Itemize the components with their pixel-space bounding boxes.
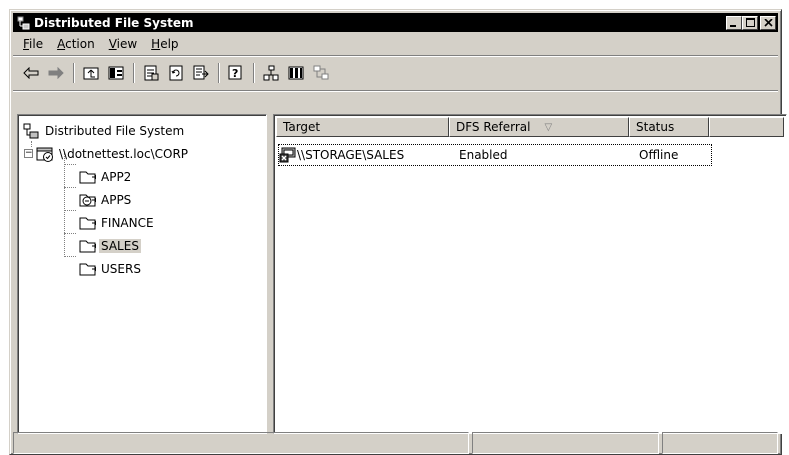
close-button[interactable] (760, 15, 776, 30)
back-icon[interactable] (19, 62, 43, 84)
toolbar-separator (73, 63, 75, 83)
toolbar-separator (133, 63, 135, 83)
window-controls (726, 15, 776, 30)
toolbar-separator (218, 63, 220, 83)
target-path: \\STORAGE\SALES (297, 148, 405, 162)
collapse-icon[interactable]: − (24, 149, 33, 158)
tree-link-sales[interactable]: SALES (22, 234, 190, 257)
link-label: APP2 (101, 169, 132, 184)
replication-icon[interactable] (309, 62, 333, 84)
dfs-link-offline-icon (78, 191, 96, 209)
menu-separator (13, 55, 778, 57)
menu-view[interactable]: View (103, 37, 145, 51)
column-header-target[interactable]: Target (276, 117, 449, 137)
tree-link-users[interactable]: USERS (22, 257, 190, 280)
tree-root[interactable]: Distributed File System (22, 119, 190, 142)
tree-pane[interactable]: Distributed File System − \\dotnettest.l… (17, 114, 267, 434)
namespace-icon (36, 145, 54, 163)
tree-link-apps[interactable]: APPS (22, 188, 190, 211)
status-panel-right (662, 432, 778, 454)
link-label: USERS (101, 261, 141, 276)
column-header-status[interactable]: Status (629, 117, 709, 137)
cell-status: Offline (639, 148, 679, 162)
dfs-root-icon (22, 122, 40, 140)
menu-view-rest: iew (116, 37, 138, 51)
tree-view: Distributed File System − \\dotnettest.l… (22, 119, 190, 280)
status-bar (13, 432, 778, 454)
maximize-button[interactable] (742, 15, 758, 30)
dfs-link-icon (78, 260, 96, 278)
link-label-selected: SALES (99, 238, 141, 253)
tree-namespace[interactable]: − \\dotnettest.loc\CORP (22, 142, 190, 165)
tree-root-label: Distributed File System (45, 123, 185, 138)
sort-descending-icon: ▽ (544, 121, 553, 133)
refresh-icon[interactable] (164, 62, 188, 84)
menu-action-rest: ction (65, 37, 95, 51)
list-header: Target DFS Referral ▽ Status (276, 117, 784, 137)
offline-target-icon (279, 146, 297, 164)
namespace-label: \\dotnettest.loc\CORP (59, 146, 189, 161)
column-header-filler (709, 117, 784, 137)
export-list-icon[interactable] (189, 62, 213, 84)
target-list-pane[interactable]: Target DFS Referral ▽ Status \\STORAGE\S… (273, 114, 787, 434)
column-header-dfs-referral[interactable]: DFS Referral ▽ (449, 117, 629, 137)
column-referral-label: DFS Referral (456, 120, 531, 134)
properties-icon[interactable] (139, 62, 163, 84)
status-panel-main (13, 432, 469, 454)
minimize-button[interactable] (726, 15, 742, 30)
dfs-window: Distributed File System File Action View… (9, 9, 787, 455)
dfs-icon (16, 15, 32, 31)
tree-link-finance[interactable]: FINANCE (22, 211, 190, 234)
show-hide-tree-icon[interactable] (104, 62, 128, 84)
columns-icon[interactable] (284, 62, 308, 84)
forward-icon[interactable] (44, 62, 68, 84)
column-status-label: Status (636, 120, 675, 134)
window-title: Distributed File System (34, 15, 194, 30)
column-target-label: Target (283, 120, 321, 134)
up-level-icon[interactable] (79, 62, 103, 84)
new-root-icon[interactable] (259, 62, 283, 84)
cell-target: \\STORAGE\SALES (279, 146, 453, 164)
svg-text:?: ? (232, 67, 238, 80)
menu-file[interactable]: File (17, 37, 51, 51)
dfs-link-icon (78, 237, 96, 255)
list-row[interactable]: \\STORAGE\SALES Enabled Offline (278, 144, 712, 166)
title-bar[interactable]: Distributed File System (13, 13, 778, 32)
status-panel-middle (472, 432, 659, 454)
tree-link-app2[interactable]: APP2 (22, 165, 190, 188)
menu-help-rest: elp (160, 37, 179, 51)
cell-referral: Enabled (459, 148, 508, 162)
dfs-link-icon (78, 214, 96, 232)
link-label: APPS (101, 192, 132, 207)
menu-help[interactable]: Help (145, 37, 186, 51)
toolbar-separator (253, 63, 255, 83)
menu-bar: File Action View Help (13, 34, 778, 54)
toolbar: ? (13, 58, 778, 88)
dfs-link-icon (78, 168, 96, 186)
link-label: FINANCE (101, 215, 154, 230)
menu-action[interactable]: Action (51, 37, 103, 51)
help-icon[interactable]: ? (224, 62, 248, 84)
toolbar-separator-line (13, 90, 778, 92)
menu-file-rest: ile (29, 37, 44, 51)
